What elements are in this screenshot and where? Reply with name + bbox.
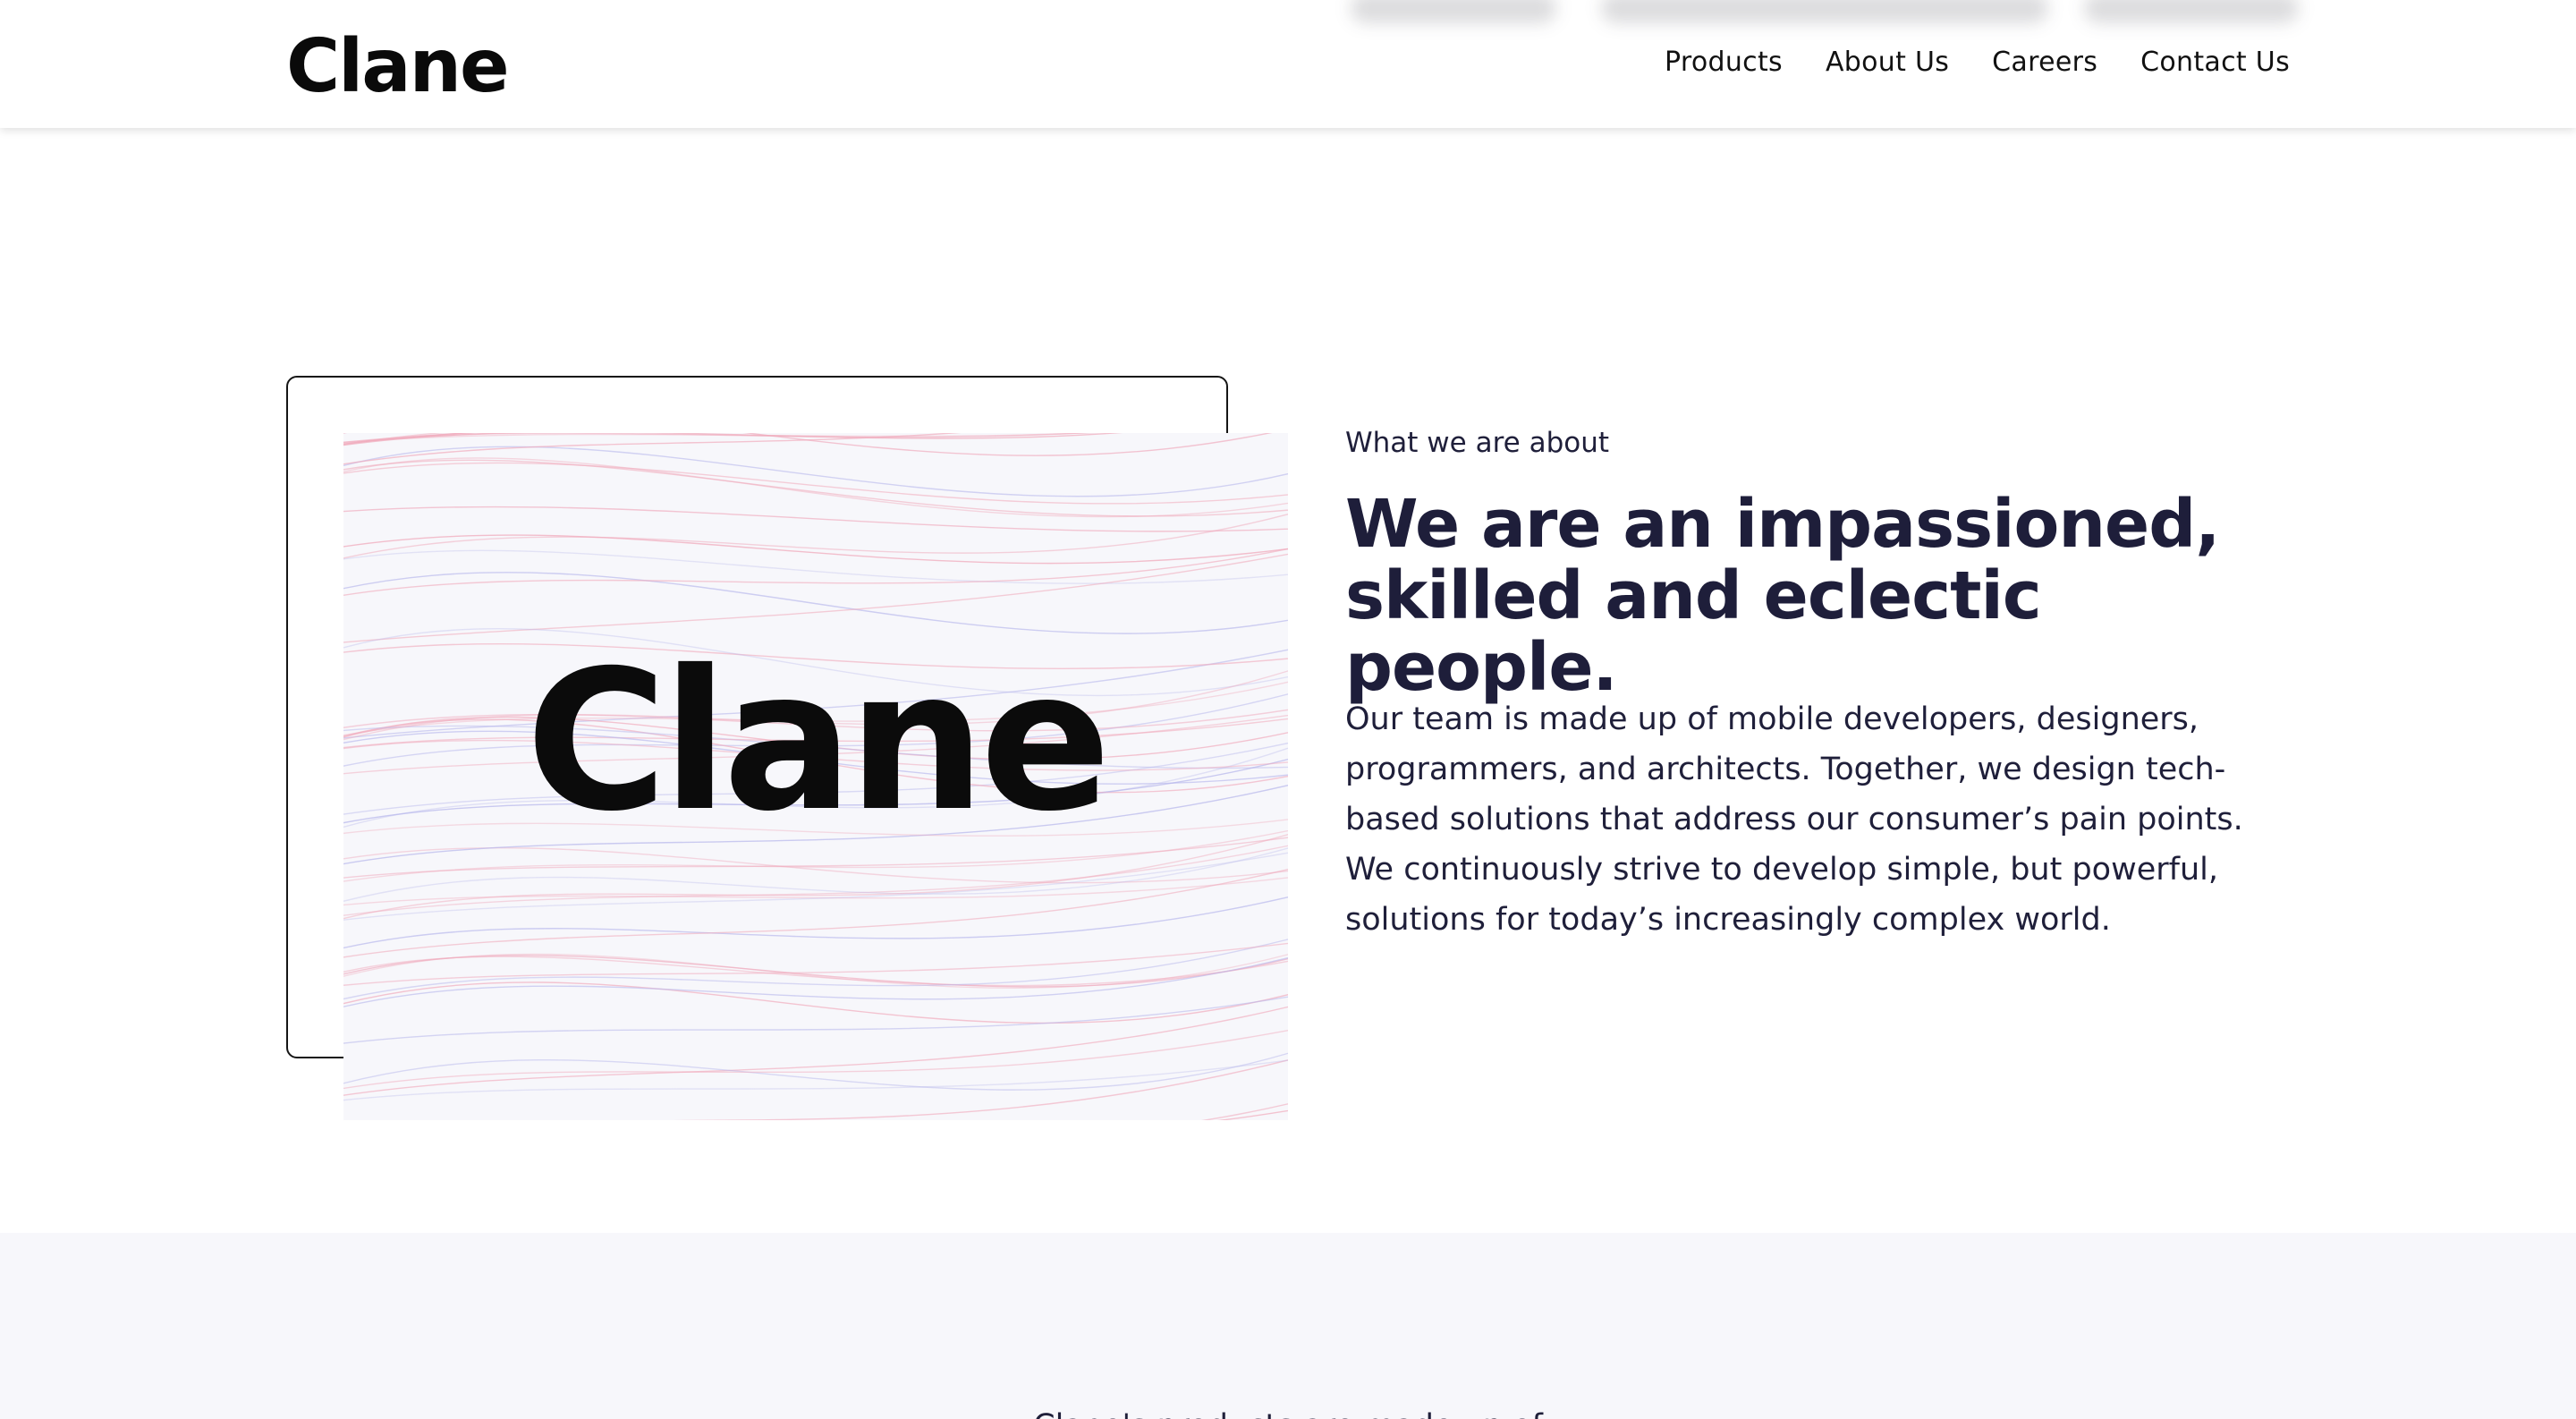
logo-link[interactable]: Clane (286, 18, 510, 116)
about-image-logo: Clane (525, 628, 1112, 854)
section-eyebrow: What we are about (1345, 427, 1610, 459)
header-blur-decoration (1351, 0, 1556, 23)
nav-item-contact-us[interactable]: Contact Us (2140, 43, 2290, 82)
site-header: Clane Products About Us Careers Contact … (0, 0, 2576, 128)
section-headline: We are an impassioned, skilled and eclec… (1345, 486, 2220, 706)
header-blur-decoration (1601, 0, 2048, 23)
nav-item-careers[interactable]: Careers (1992, 43, 2097, 82)
header-blur-decoration (2084, 0, 2299, 23)
nav-item-about-us[interactable]: About Us (1826, 43, 1949, 82)
main-nav: Products About Us Careers Contact Us (1665, 43, 2290, 82)
nav-item-products[interactable]: Products (1665, 43, 1783, 82)
products-section: Clane's products are made up of (0, 1233, 2576, 1419)
about-image: Clane (343, 433, 1288, 1120)
section-body: Our team is made up of mobile developers… (1345, 701, 2243, 938)
products-section-title: Clane's products are made up of (0, 1405, 2576, 1419)
